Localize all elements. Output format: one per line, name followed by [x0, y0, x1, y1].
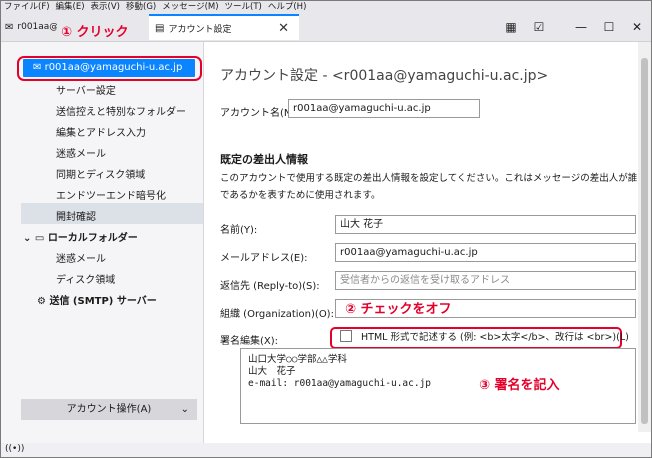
- sidebar-smtp[interactable]: ⚙ 送信 (SMTP) サーバー: [37, 292, 157, 307]
- mail-icon: ✉: [5, 21, 14, 33]
- menu-go[interactable]: 移動(G): [123, 1, 159, 14]
- email-input[interactable]: r001aa@yamaguchi-u.ac.jp: [335, 243, 636, 262]
- tasks-icon[interactable]: ☑: [525, 20, 553, 34]
- menu-file[interactable]: ファイル(F): [1, 1, 53, 14]
- status-bar: ((•)): [1, 443, 651, 457]
- html-format-option[interactable]: HTML 形式で記述する (例: <b>太字</b>、改行は <br>)(L): [330, 327, 629, 349]
- reply-to-label: 返信先 (Reply-to)(S):: [220, 281, 320, 292]
- account-name-label: アカウント名(N):: [220, 108, 299, 119]
- sidebar-item-receipts[interactable]: 開封確認: [56, 208, 96, 223]
- menu-tools[interactable]: ツール(T): [222, 1, 265, 14]
- annotation-uncheck: ② チェックをオフ: [345, 302, 452, 317]
- smtp-label: 送信 (SMTP) サーバー: [49, 296, 157, 307]
- sidebar-local-folders[interactable]: ⌄ ▭ ローカルフォルダー: [23, 229, 138, 244]
- tab-close-icon[interactable]: ✕: [278, 21, 289, 36]
- tab-mail-label: r001aa@y: [17, 22, 57, 32]
- reply-to-input[interactable]: 受信者からの返信を受け取るアドレス: [335, 271, 636, 290]
- sidebar-item-local-junk[interactable]: 迷惑メール: [56, 250, 106, 265]
- maximize-button[interactable]: ☐: [595, 20, 623, 34]
- tab-account-settings[interactable]: ▤ アカウント設定 ✕: [149, 14, 299, 40]
- annotation-write-signature: ③ 署名を記入: [479, 378, 560, 393]
- account-sidebar: ✉ r001aa@yamaguchi-u.ac.jp サーバー設定 送信控えと特…: [1, 42, 204, 457]
- name-label: 名前(Y):: [220, 225, 258, 236]
- sidebar-item-sync-disk[interactable]: 同期とディスク領域: [56, 166, 145, 181]
- smtp-icon: ⚙: [37, 296, 46, 307]
- scrollbar-thumb[interactable]: [641, 58, 648, 424]
- selected-row-bg: [21, 203, 203, 224]
- sidebar-item-local-disk[interactable]: ディスク領域: [56, 271, 115, 286]
- menu-message[interactable]: メッセージ(M): [159, 1, 221, 14]
- tab-mail[interactable]: ✉ r001aa@y: [1, 14, 57, 40]
- window-controls: ▦ ☑ — ☐ ✕: [497, 14, 651, 40]
- sidebar-item-composition[interactable]: 編集とアドレス入力: [56, 124, 146, 139]
- section-description: このアカウントで使用する既定の差出人情報を設定してください。これはメッセージの差…: [220, 173, 638, 201]
- name-input[interactable]: 山大 花子: [335, 215, 636, 234]
- html-format-checkbox[interactable]: [340, 330, 352, 342]
- chevron-down-icon: ⌄: [180, 404, 189, 415]
- section-title: 既定の差出人情報: [220, 153, 308, 166]
- html-format-label: HTML 形式で記述する (例: <b>太字</b>、改行は <br>)(L): [361, 332, 629, 343]
- app-window: ファイル(F) 編集(E) 表示(V) 移動(G) メッセージ(M) ツール(T…: [0, 0, 652, 458]
- account-name-input[interactable]: r001aa@yamaguchi-u.ac.jp: [288, 99, 480, 118]
- menu-view[interactable]: 表示(V): [88, 1, 123, 14]
- menu-bar: ファイル(F) 編集(E) 表示(V) 移動(G) メッセージ(M) ツール(T…: [1, 1, 651, 14]
- close-window-button[interactable]: ✕: [623, 20, 651, 34]
- signature-label: 署名編集(X):: [220, 336, 279, 347]
- account-settings-panel: アカウント設定 - <r001aa@yamaguchi-u.ac.jp> アカウ…: [204, 42, 651, 457]
- organization-label: 組織 (Organization)(O):: [220, 309, 334, 320]
- signature-textarea[interactable]: 山口大学○○学部△△学科 山大 花子 e-mail: r001aa@yamagu…: [240, 348, 636, 424]
- main-scrollbar[interactable]: [638, 42, 651, 432]
- highlight-outline-account: [17, 56, 202, 81]
- sidebar-item-junk[interactable]: 迷惑メール: [56, 145, 106, 160]
- folder-icon: ▭: [34, 233, 45, 244]
- annotation-click: ① クリック: [61, 25, 129, 40]
- menu-edit[interactable]: 編集(E): [53, 1, 88, 14]
- calendar-icon[interactable]: ▦: [497, 20, 525, 34]
- chevron-down-icon: ⌄: [23, 233, 32, 244]
- settings-page-icon: ▤: [155, 22, 165, 34]
- email-label: メールアドレス(E):: [220, 253, 308, 264]
- local-folders-label: ローカルフォルダー: [47, 233, 138, 244]
- menu-help[interactable]: ヘルプ(H): [265, 1, 310, 14]
- sidebar-item-e2e[interactable]: エンドツーエンド暗号化: [56, 187, 166, 202]
- tab-settings-label: アカウント設定: [168, 24, 232, 35]
- minimize-button[interactable]: —: [567, 20, 595, 34]
- online-status-icon[interactable]: ((•)): [5, 444, 24, 454]
- sidebar-item-copies-folders[interactable]: 送信控えと特別なフォルダー: [56, 103, 186, 118]
- account-actions-label: アカウント操作(A): [66, 404, 152, 415]
- page-title: アカウント設定 - <r001aa@yamaguchi-u.ac.jp>: [220, 68, 549, 84]
- sidebar-item-server[interactable]: サーバー設定: [56, 82, 116, 97]
- account-actions-button[interactable]: アカウント操作(A) ⌄: [21, 399, 197, 420]
